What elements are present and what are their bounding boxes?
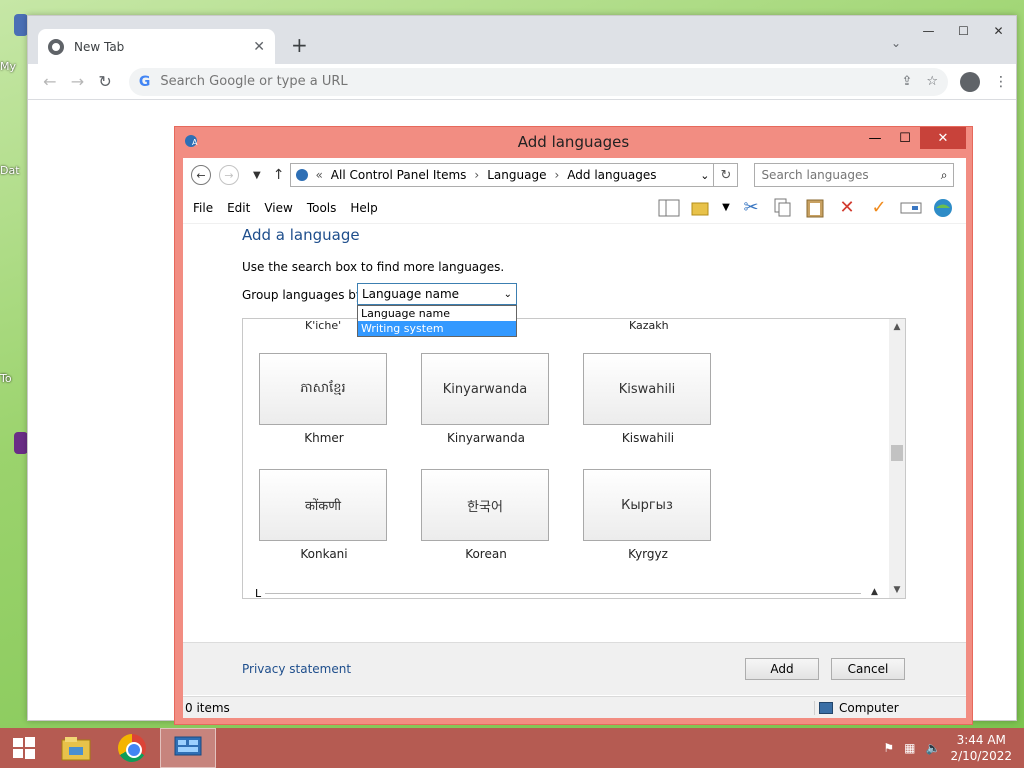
control-panel-icon — [174, 736, 202, 756]
dialog-title: Add languages — [517, 133, 630, 151]
status-item-count: 0 items — [185, 700, 230, 715]
privacy-statement-link[interactable]: Privacy statement — [242, 662, 351, 676]
tab-search-chevron-icon[interactable]: ⌄ — [891, 36, 901, 50]
language-tile-name: Kinyarwanda — [447, 431, 525, 445]
taskbar-control-panel[interactable] — [160, 728, 216, 768]
option-language-name[interactable]: Language name — [358, 306, 516, 321]
language-list: K'iche' Kazakh ភាសាខ្មែរ Khmer Kinyarwan… — [242, 318, 906, 599]
status-location-label: Computer — [839, 700, 899, 715]
group-by-select[interactable]: Language name ⌄ — [357, 283, 517, 305]
language-tile[interactable]: 한국어 Korean — [421, 469, 551, 561]
group-letter: L — [255, 587, 262, 599]
chrome-favicon-icon — [48, 39, 64, 55]
content-area: Add a language Use the search box to fin… — [183, 158, 966, 718]
windows-logo-icon — [13, 737, 35, 759]
star-icon[interactable]: ☆ — [926, 74, 938, 89]
back-arrow-icon[interactable]: ← — [36, 72, 64, 91]
reload-icon[interactable]: ↻ — [91, 72, 119, 91]
desktop-label: My — [0, 60, 17, 73]
language-tile-name: Konkani — [300, 547, 348, 561]
add-languages-dialog: A Add languages — ☐ ✕ ← → ▼ ↑ « All Cont… — [174, 126, 973, 725]
status-location: Computer — [814, 700, 964, 715]
forward-arrow-icon[interactable]: → — [64, 72, 92, 91]
share-icon[interactable]: ⇪ — [901, 74, 912, 89]
language-name-kazakh[interactable]: Kazakh — [629, 319, 669, 332]
volume-muted-icon[interactable]: 🔈 — [926, 741, 941, 755]
chevron-down-icon[interactable]: ⌄ — [504, 289, 512, 300]
language-tile[interactable]: कोंकणी Konkani — [259, 469, 389, 561]
page-heading: Add a language — [242, 226, 360, 244]
scrollbar-thumb[interactable] — [891, 445, 903, 461]
close-window-button[interactable]: ✕ — [981, 16, 1016, 46]
desktop-icon[interactable] — [14, 14, 28, 36]
dialog-close-button[interactable]: ✕ — [920, 127, 966, 149]
tab-title: New Tab — [74, 40, 125, 54]
language-tile[interactable]: ភាសាខ្មែរ Khmer — [259, 353, 389, 445]
language-name-kiche[interactable]: K'iche' — [305, 319, 341, 332]
dialog-maximize-button[interactable]: ☐ — [890, 127, 920, 149]
vertical-scrollbar[interactable]: ▲ ▼ — [889, 319, 905, 598]
tab-strip: New Tab ✕ + ⌄ — ☐ ✕ — [28, 16, 1016, 65]
chrome-logo-icon — [118, 734, 146, 762]
menu-dots-icon[interactable]: ⋮ — [994, 74, 1008, 90]
search-hint: Use the search box to find more language… — [242, 260, 505, 274]
group-by-value: Language name — [362, 287, 460, 301]
language-tile[interactable]: Кыргыз Kyrgyz — [583, 469, 713, 561]
google-icon: G — [138, 73, 151, 90]
scroll-up-arrow-icon[interactable]: ▲ — [889, 319, 905, 335]
chrome-toolbar: ← → ↻ G ⇪ ☆ ⋮ — [28, 64, 1016, 100]
cancel-button[interactable]: Cancel — [831, 658, 905, 680]
omnibox-input[interactable] — [160, 74, 888, 89]
language-tile-native[interactable]: कोंकणी — [259, 469, 387, 541]
system-tray: ⚑ ▦ 🔈 3:44 AM 2/10/2022 — [883, 732, 1024, 764]
option-writing-system[interactable]: Writing system — [358, 321, 516, 336]
window-controls: — ☐ ✕ — [911, 16, 1016, 46]
desktop-label: To — [0, 372, 12, 385]
omnibox[interactable]: G ⇪ ☆ — [128, 67, 948, 96]
taskbar-chrome[interactable] — [104, 728, 160, 768]
taskbar-file-explorer[interactable] — [48, 728, 104, 768]
desktop-icon[interactable] — [14, 432, 28, 454]
clock-time: 3:44 AM — [956, 733, 1006, 747]
language-tile[interactable]: Kinyarwanda Kinyarwanda — [421, 353, 551, 445]
desktop-label: Dat — [0, 164, 20, 177]
dialog-body: ← → ▼ ↑ « All Control Panel Items › Lang… — [183, 158, 966, 718]
language-tile-name: Kiswahili — [621, 431, 675, 445]
language-tile-native[interactable]: 한국어 — [421, 469, 549, 541]
taskbar: ⚑ ▦ 🔈 3:44 AM 2/10/2022 — [0, 728, 1024, 768]
language-tile-native[interactable]: Kinyarwanda — [421, 353, 549, 425]
group-by-label: Group languages by: — [242, 288, 367, 302]
scroll-down-arrow-icon[interactable]: ▼ — [889, 582, 905, 598]
file-explorer-icon — [61, 737, 91, 761]
language-tile-name: Korean — [465, 547, 507, 561]
dialog-minimize-button[interactable]: — — [860, 127, 890, 149]
tab-new-tab[interactable]: New Tab ✕ — [38, 29, 275, 65]
group-header-l[interactable]: L ▲ — [255, 587, 878, 599]
group-divider — [265, 593, 861, 594]
language-tile-name: Kyrgyz — [628, 547, 668, 561]
clock[interactable]: 3:44 AM 2/10/2022 — [950, 732, 1012, 764]
profile-icon[interactable] — [960, 71, 980, 92]
language-tile-native[interactable]: Кыргыз — [583, 469, 711, 541]
toolbar-right: ⋮ — [960, 71, 1008, 92]
new-tab-button[interactable]: + — [291, 33, 308, 57]
status-bar: 0 items Computer — [183, 696, 966, 718]
dialog-titlebar[interactable]: A Add languages — ☐ ✕ — [175, 127, 972, 157]
maximize-button[interactable]: ☐ — [946, 16, 981, 46]
group-by-dropdown: Language name Writing system — [357, 305, 517, 337]
collapse-group-chevron-icon[interactable]: ▲ — [871, 587, 878, 597]
language-tile[interactable]: Kiswahili Kiswahili — [583, 353, 713, 445]
network-icon[interactable]: ▦ — [904, 741, 915, 755]
action-center-flag-icon[interactable]: ⚑ — [883, 741, 894, 755]
language-tile-native[interactable]: Kiswahili — [583, 353, 711, 425]
close-tab-icon[interactable]: ✕ — [253, 39, 265, 55]
minimize-button[interactable]: — — [911, 16, 946, 46]
add-button[interactable]: Add — [745, 658, 819, 680]
start-button[interactable] — [0, 728, 48, 768]
clock-date: 2/10/2022 — [950, 749, 1012, 763]
language-tile-name: Khmer — [304, 431, 344, 445]
dialog-window-controls: — ☐ ✕ — [860, 127, 966, 149]
computer-icon — [819, 701, 833, 714]
language-tile-native[interactable]: ភាសាខ្មែរ — [259, 353, 387, 425]
